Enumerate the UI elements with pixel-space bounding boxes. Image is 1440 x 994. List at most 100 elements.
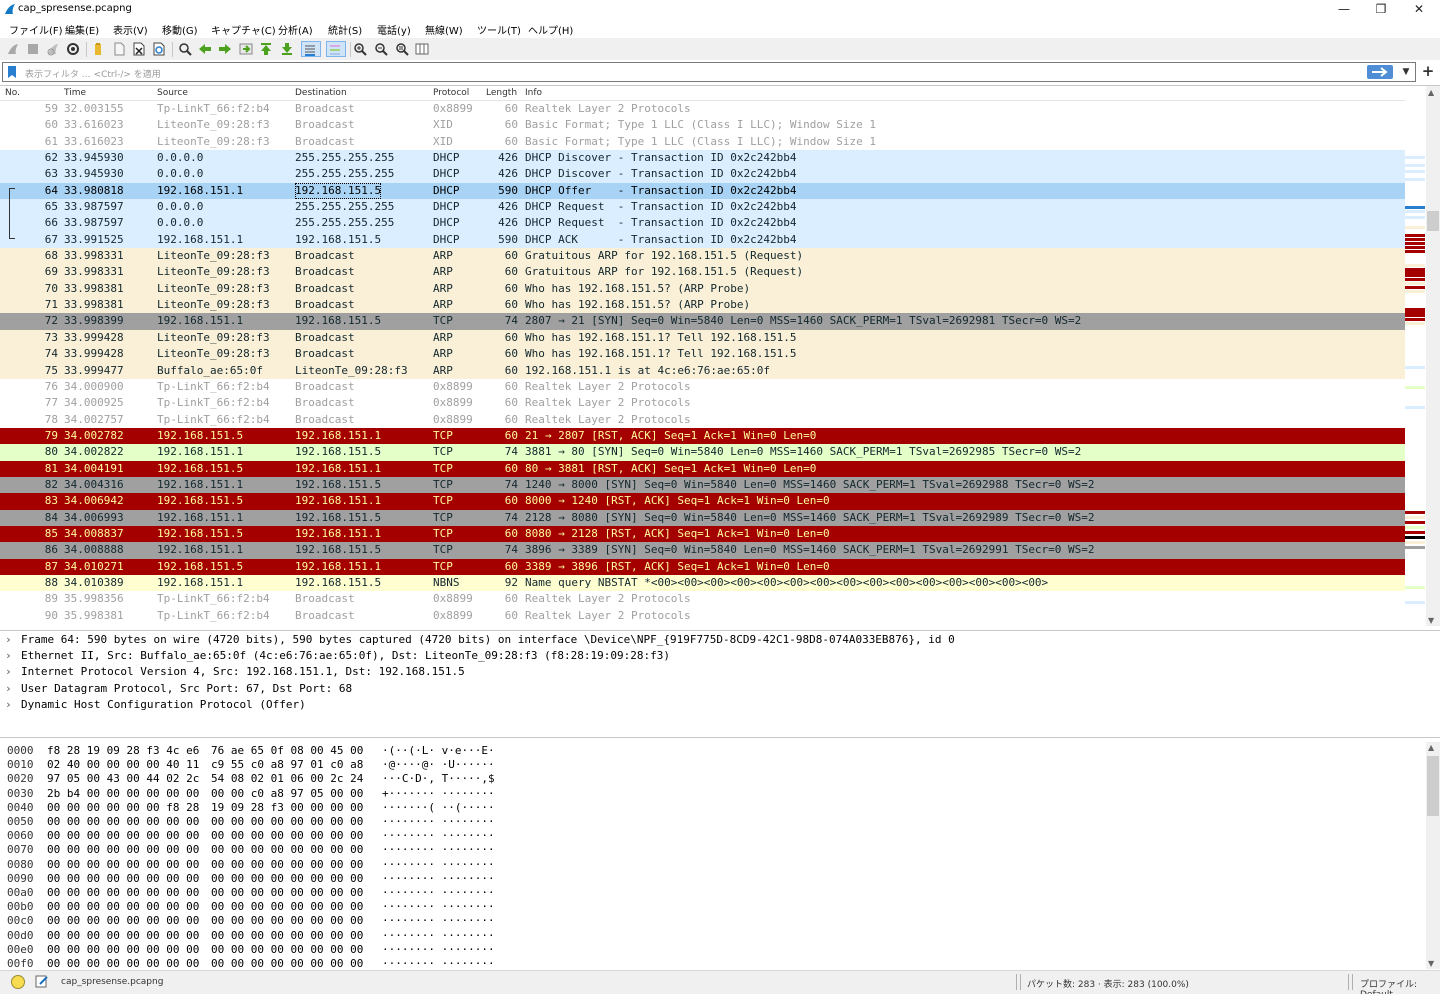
packet-row[interactable]: 90 35.998381 Tp-LinkT_66:f2:b4 Broadcast 0x8…	[0, 607, 1405, 624]
bytes-row[interactable]: 00b0 00 00 00 00 00 00 00 00 00 00 00 00 0…	[0, 900, 1420, 914]
stop-capture-icon[interactable]	[25, 41, 41, 57]
menu-capture[interactable]: キャプチャ(C)	[211, 22, 276, 37]
filter-history-dropdown[interactable]: ▼	[1399, 65, 1413, 79]
scroll-down-icon[interactable]: ▼	[1428, 616, 1434, 625]
column-header-source[interactable]: Source	[157, 88, 188, 98]
close-button[interactable]: ✕	[1401, 0, 1437, 19]
bytes-row[interactable]: 00e0 00 00 00 00 00 00 00 00 00 00 00 00 0…	[0, 943, 1420, 957]
packet-row[interactable]: 69 33.998331 LiteonTe_09:28:f3 Broadcast ARP…	[0, 264, 1405, 281]
reload-file-icon[interactable]	[151, 41, 167, 57]
colorize-icon[interactable]	[326, 41, 346, 57]
packet-row[interactable]: 70 33.998381 LiteonTe_09:28:f3 Broadcast ARP…	[0, 280, 1405, 298]
packet-bytes-pane[interactable]: 0000 f8 28 19 09 28 f3 4c e6 76 ae 65 0f 0…	[0, 742, 1440, 969]
scroll-down-icon[interactable]: ▼	[1428, 959, 1434, 968]
packet-row[interactable]: 78 34.002757 Tp-LinkT_66:f2:b4 Broadcast 0x8…	[0, 411, 1405, 428]
packet-details-pane[interactable]: › Frame 64: 590 bytes on wire (4720 bits)…	[0, 630, 1440, 738]
expand-arrow-icon[interactable]: ›	[5, 698, 21, 711]
bookmark-icon[interactable]	[6, 65, 18, 79]
menu-wireless[interactable]: 無線(W)	[425, 22, 463, 37]
detail-frame[interactable]: › Frame 64: 590 bytes on wire (4720 bits)…	[5, 633, 955, 646]
capture-comment-icon[interactable]	[35, 974, 49, 988]
packet-row[interactable]: 87 34.010271 192.168.151.5 192.168.151.1 TCP…	[0, 558, 1405, 575]
restart-capture-icon[interactable]	[45, 41, 61, 57]
bytes-row[interactable]: 0010 02 40 00 00 00 00 40 11 c9 55 c0 a8 9…	[0, 758, 1420, 772]
detail-ipv4[interactable]: › Internet Protocol Version 4, Src: 192.1…	[5, 665, 465, 678]
maximize-button[interactable]: ❐	[1363, 0, 1399, 19]
detail-udp[interactable]: › User Datagram Protocol, Src Port: 67, D…	[5, 682, 352, 695]
expand-arrow-icon[interactable]: ›	[5, 649, 21, 662]
menu-help[interactable]: ヘルプ(H)	[528, 22, 573, 37]
packet-list-scrollbar[interactable]: ▲ ▼	[1426, 86, 1440, 626]
bytes-row[interactable]: 00c0 00 00 00 00 00 00 00 00 00 00 00 00 0…	[0, 914, 1420, 928]
bytes-row[interactable]: 0050 00 00 00 00 00 00 00 00 00 00 00 00 0…	[0, 815, 1420, 829]
column-header-info[interactable]: Info	[525, 88, 542, 98]
capture-options-icon[interactable]	[65, 41, 81, 57]
menu-view[interactable]: 表示(V)	[113, 22, 148, 37]
packet-row[interactable]: 71 33.998381 LiteonTe_09:28:f3 Broadcast ARP…	[0, 297, 1405, 314]
packet-row[interactable]: 61 33.616023 LiteonTe_09:28:f3 Broadcast XID…	[0, 133, 1405, 151]
bytes-row[interactable]: 0020 97 05 00 43 00 44 02 2c 54 08 02 01 0…	[0, 772, 1420, 786]
minimize-button[interactable]: —	[1326, 0, 1362, 19]
packet-list[interactable]: No. Time Source Destination Protocol Len…	[0, 85, 1440, 626]
packet-row[interactable]: 84 34.006993 192.168.151.1 192.168.151.5 TCP…	[0, 509, 1405, 526]
column-header-no[interactable]: No.	[5, 88, 20, 98]
packet-row[interactable]: 72 33.998399 192.168.151.1 192.168.151.5 TCP…	[0, 313, 1405, 330]
packet-row[interactable]: 79 34.002782 192.168.151.5 192.168.151.1 TCP…	[0, 427, 1405, 445]
packet-row[interactable]: 73 33.999428 LiteonTe_09:28:f3 Broadcast ARP…	[0, 329, 1405, 347]
scroll-up-icon[interactable]: ▲	[1428, 743, 1434, 752]
go-first-icon[interactable]	[258, 41, 274, 57]
bytes-row[interactable]: 0000 f8 28 19 09 28 f3 4c e6 76 ae 65 0f 0…	[0, 744, 1420, 758]
menu-tools[interactable]: ツール(T)	[477, 22, 521, 37]
packet-minimap[interactable]	[1405, 86, 1425, 626]
packet-row[interactable]: 83 34.006942 192.168.151.5 192.168.151.1 TCP…	[0, 493, 1405, 510]
packet-row[interactable]: 85 34.008837 192.168.151.5 192.168.151.1 TCP…	[0, 525, 1405, 543]
zoom-normal-icon[interactable]	[394, 41, 410, 57]
packet-row[interactable]: 76 34.000900 Tp-LinkT_66:f2:b4 Broadcast 0x8…	[0, 378, 1405, 396]
add-filter-button[interactable]: +	[1421, 64, 1435, 79]
scrollbar-thumb[interactable]	[1427, 756, 1439, 816]
packet-row[interactable]: 75 33.999477 Buffalo_ae:65:0f LiteonTe_09:2…	[0, 362, 1405, 379]
go-forward-icon[interactable]	[217, 41, 233, 57]
packet-row[interactable]: 86 34.008888 192.168.151.1 192.168.151.5 TCP…	[0, 542, 1405, 559]
go-last-icon[interactable]	[279, 41, 295, 57]
scrollbar-thumb[interactable]	[1427, 211, 1439, 231]
detail-dhcp[interactable]: › Dynamic Host Configuration Protocol (Of…	[5, 698, 306, 711]
expert-info-led-icon[interactable]	[11, 975, 25, 989]
menu-analyze[interactable]: 分析(A)	[278, 22, 313, 37]
menu-edit[interactable]: 編集(E)	[65, 22, 99, 37]
packet-row[interactable]: 68 33.998331 LiteonTe_09:28:f3 Broadcast ARP…	[0, 248, 1405, 265]
go-to-packet-icon[interactable]	[238, 41, 254, 57]
bytes-row[interactable]: 0060 00 00 00 00 00 00 00 00 00 00 00 00 0…	[0, 829, 1420, 843]
expand-arrow-icon[interactable]: ›	[5, 633, 21, 646]
column-header-destination[interactable]: Destination	[295, 88, 347, 98]
close-file-icon[interactable]	[131, 41, 147, 57]
bytes-row[interactable]: 0090 00 00 00 00 00 00 00 00 00 00 00 00 0…	[0, 872, 1420, 886]
packet-row[interactable]: 80 34.002822 192.168.151.1 192.168.151.5 TCP…	[0, 444, 1405, 461]
expand-arrow-icon[interactable]: ›	[5, 665, 21, 678]
bytes-row[interactable]: 0030 2b b4 00 00 00 00 00 00 00 00 c0 a8 9…	[0, 787, 1420, 801]
bytes-row[interactable]: 00f0 00 00 00 00 00 00 00 00 00 00 00 00 0…	[0, 957, 1420, 969]
packet-row[interactable]: 77 34.000925 Tp-LinkT_66:f2:b4 Broadcast 0x8…	[0, 395, 1405, 412]
column-header-length[interactable]: Length	[486, 88, 517, 98]
find-packet-icon[interactable]	[177, 41, 193, 57]
packet-row[interactable]: 65 33.987597 0.0.0.0 255.255.255.255 DHCP 426…	[0, 199, 1405, 216]
save-file-icon[interactable]	[111, 41, 127, 57]
packet-row[interactable]: 82 34.004316 192.168.151.1 192.168.151.5 TCP…	[0, 476, 1405, 494]
column-header-time[interactable]: Time	[64, 88, 86, 98]
menu-telephony[interactable]: 電話(y)	[377, 22, 411, 37]
menu-file[interactable]: ファイル(F)	[9, 22, 63, 37]
packet-row[interactable]: 74 33.999428 LiteonTe_09:28:f3 Broadcast ARP…	[0, 346, 1405, 363]
menu-statistics[interactable]: 統計(S)	[328, 22, 362, 37]
bytes-row[interactable]: 0080 00 00 00 00 00 00 00 00 00 00 00 00 0…	[0, 858, 1420, 872]
scroll-up-icon[interactable]: ▲	[1428, 88, 1434, 97]
start-capture-icon[interactable]	[5, 41, 21, 57]
status-profile[interactable]: プロファイル: Default	[1360, 977, 1440, 994]
packet-row[interactable]: 67 33.991525 192.168.151.1 192.168.151.5 DHC…	[0, 231, 1405, 249]
open-file-icon[interactable]	[91, 41, 107, 57]
packet-row[interactable]: 63 33.945930 0.0.0.0 255.255.255.255 DHCP 426…	[0, 166, 1405, 183]
column-header-protocol[interactable]: Protocol	[433, 88, 469, 98]
menu-go[interactable]: 移動(G)	[162, 22, 198, 37]
packet-row[interactable]: 66 33.987597 0.0.0.0 255.255.255.255 DHCP 426…	[0, 215, 1405, 232]
expand-arrow-icon[interactable]: ›	[5, 682, 21, 695]
apply-filter-button[interactable]	[1367, 65, 1393, 79]
